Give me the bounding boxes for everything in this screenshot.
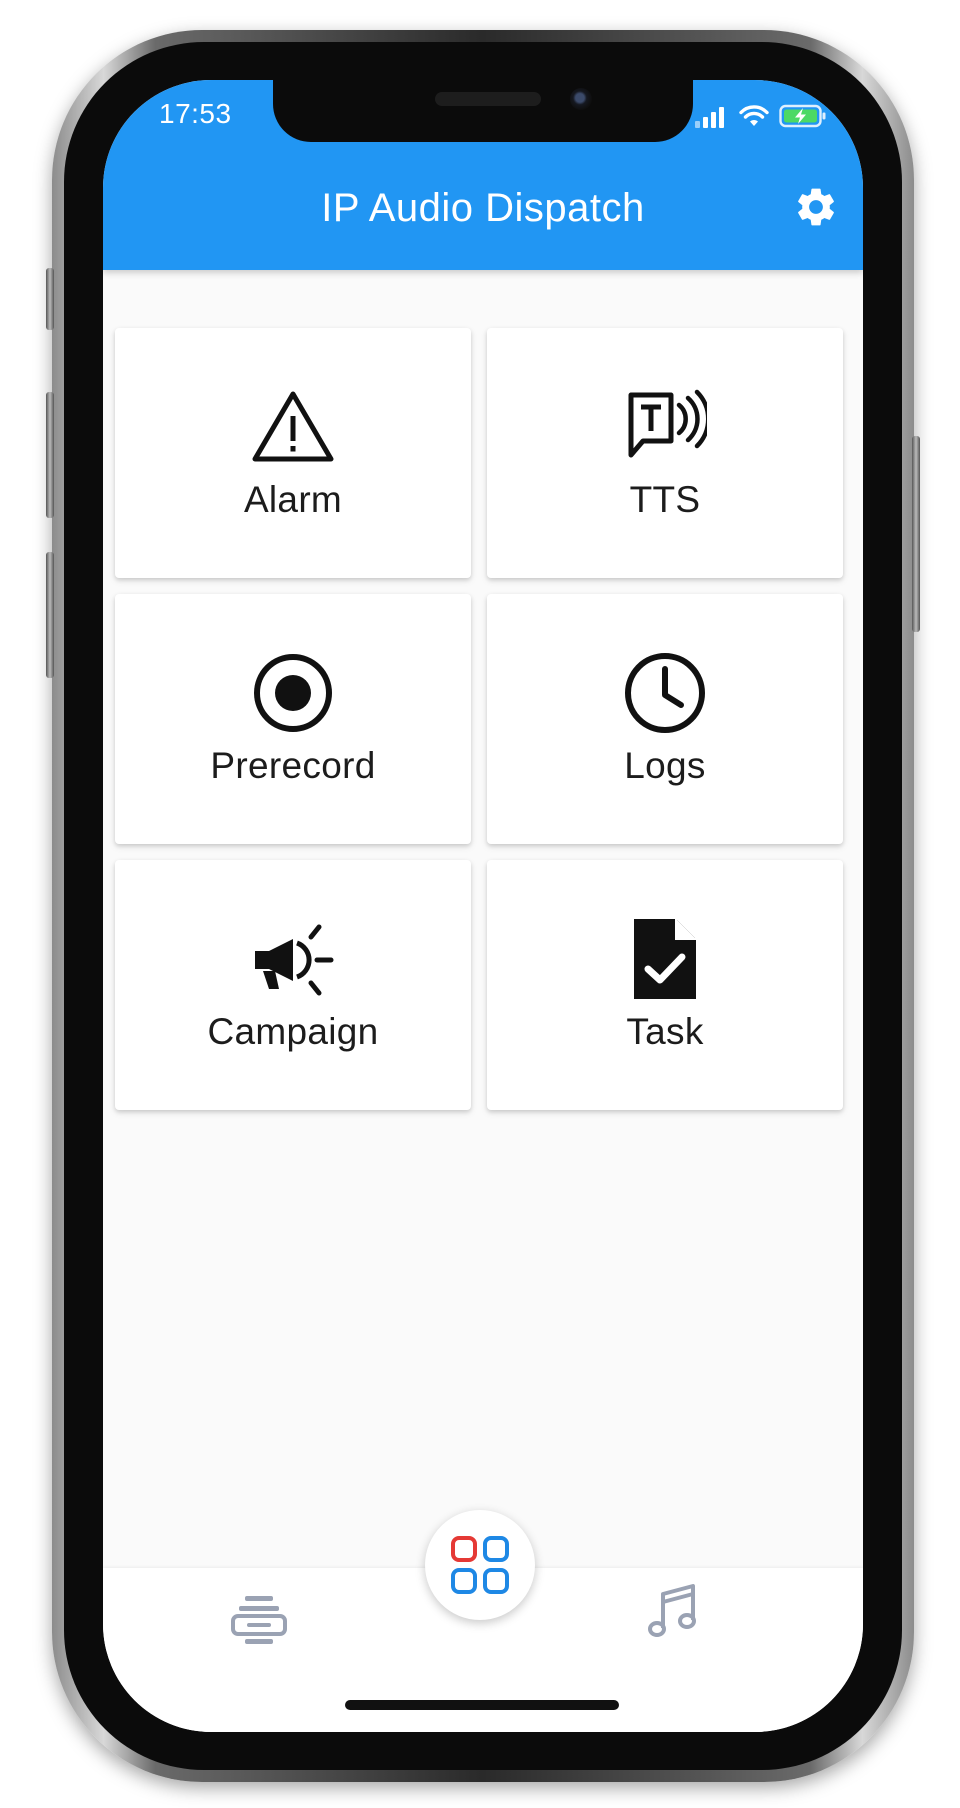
apps-grid-icon xyxy=(451,1536,509,1594)
volume-up-button xyxy=(46,392,54,518)
apps-home-button[interactable] xyxy=(425,1510,535,1620)
speaker-grille xyxy=(435,92,541,106)
tile-campaign[interactable]: Campaign xyxy=(115,860,471,1110)
tile-prerecord[interactable]: Prerecord xyxy=(115,594,471,844)
front-camera xyxy=(570,88,592,110)
battery-charging-icon xyxy=(779,104,826,128)
tile-alarm[interactable]: Alarm xyxy=(115,328,471,578)
mute-switch xyxy=(46,268,54,330)
warning-icon xyxy=(252,391,334,462)
music-note-icon xyxy=(648,1584,696,1637)
page-title: IP Audio Dispatch xyxy=(321,186,645,230)
app-bar: 17:53 IP Audio Dispatch xyxy=(103,80,863,270)
clock-icon xyxy=(625,653,705,733)
tile-label: TTS xyxy=(629,479,701,520)
tile-logs[interactable]: Logs xyxy=(487,594,843,844)
tile-label: Prerecord xyxy=(210,745,376,786)
volume-down-button xyxy=(46,552,54,678)
tile-label: Campaign xyxy=(207,1011,379,1052)
status-time: 17:53 xyxy=(159,98,232,129)
task-icon xyxy=(634,919,696,999)
wifi-icon xyxy=(739,105,769,126)
notch xyxy=(273,80,693,142)
tile-label: Alarm xyxy=(243,479,343,520)
tile-label: Logs xyxy=(624,745,706,786)
home-indicator[interactable] xyxy=(345,1700,619,1710)
record-icon xyxy=(254,654,332,732)
cellular-signal-icon xyxy=(695,107,724,128)
nav-music-button[interactable] xyxy=(643,1582,703,1642)
status-icons xyxy=(695,104,827,128)
feature-grid: Alarm TTS Prerecord Logs Campaign Task xyxy=(115,328,851,1110)
gear-icon xyxy=(798,188,834,226)
screen: 17:53 IP Audio Dispatch Alarm TTS Prerec… xyxy=(103,80,863,1732)
device-icon xyxy=(231,1596,287,1644)
tile-tts[interactable]: TTS xyxy=(487,328,843,578)
tile-label: Task xyxy=(626,1011,704,1052)
megaphone-icon xyxy=(255,924,334,996)
tile-task[interactable]: Task xyxy=(487,860,843,1110)
tts-icon xyxy=(628,389,707,458)
power-button xyxy=(912,436,920,632)
settings-button[interactable] xyxy=(793,184,839,230)
nav-devices-button[interactable] xyxy=(229,1590,289,1650)
